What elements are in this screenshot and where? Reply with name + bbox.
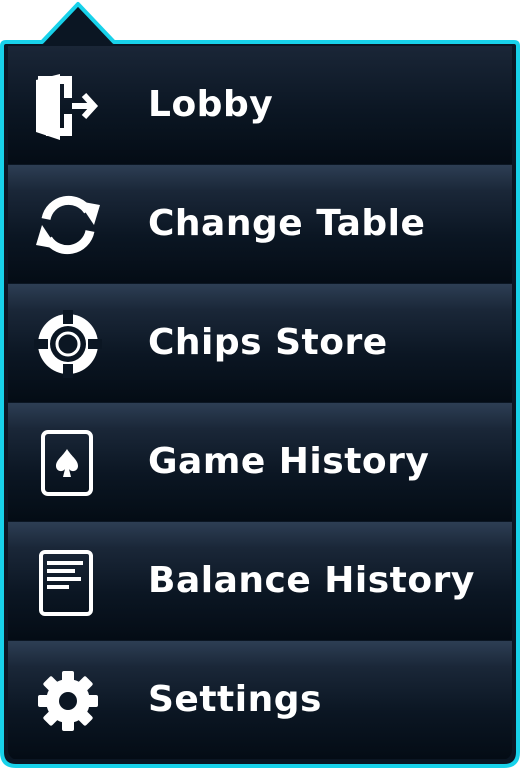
menu-item-label: Settings <box>148 679 322 720</box>
menu-item-lobby[interactable]: Lobby <box>8 46 512 164</box>
menu-item-label: Chips Store <box>148 322 388 363</box>
menu-item-change-table[interactable]: Change Table <box>8 165 512 283</box>
menu-item-label: Game History <box>148 441 430 482</box>
exit-door-icon <box>32 70 104 142</box>
spade-card-icon <box>32 427 104 499</box>
menu-item-label: Change Table <box>148 203 426 244</box>
refresh-arrows-icon <box>32 189 104 261</box>
gear-icon <box>32 665 104 737</box>
poker-chip-icon <box>32 308 104 380</box>
menu-items: Lobby Change Table Chips Store Game Hist… <box>8 46 512 760</box>
menu-item-settings[interactable]: Settings <box>8 641 512 759</box>
dropdown-menu: Lobby Change Table Chips Store Game Hist… <box>0 0 520 768</box>
menu-item-chips-store[interactable]: Chips Store <box>8 284 512 402</box>
menu-item-label: Lobby <box>148 84 274 125</box>
menu-item-balance-history[interactable]: Balance History <box>8 522 512 640</box>
menu-item-label: Balance History <box>148 560 475 601</box>
document-icon <box>32 546 104 618</box>
menu-item-game-history[interactable]: Game History <box>8 403 512 521</box>
